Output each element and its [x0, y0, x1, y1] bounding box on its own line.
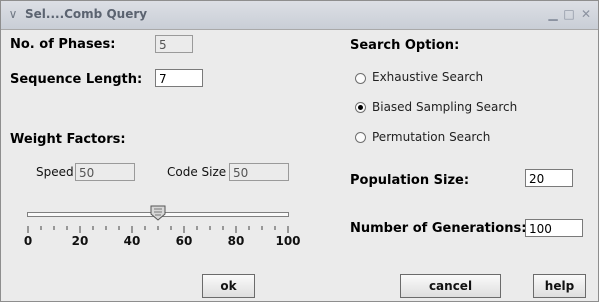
permutation-search-label: Permutation Search	[372, 130, 491, 144]
slider-tick-label: 40	[123, 234, 141, 248]
phases-label: No. of Phases:	[10, 37, 116, 52]
population-size-label: Population Size:	[350, 173, 470, 188]
biased-sampling-search-label: Biased Sampling Search	[372, 100, 518, 114]
close-icon[interactable]: ✕	[579, 7, 593, 21]
help-button[interactable]: help	[533, 274, 586, 298]
speed-label: Speed	[36, 165, 74, 179]
biased-sampling-search-radio[interactable]	[355, 102, 366, 113]
sequence-length-input[interactable]: 7	[155, 69, 203, 87]
phases-field: 5	[155, 35, 193, 53]
maximize-icon[interactable]: □	[562, 7, 576, 21]
slider-tick-label: 100	[275, 234, 301, 248]
weight-factors-label: Weight Factors:	[10, 132, 126, 147]
cancel-button[interactable]: cancel	[400, 274, 501, 298]
search-option-label: Search Option:	[350, 38, 460, 53]
population-size-input[interactable]: 20	[525, 169, 573, 187]
generations-label: Number of Generations:	[350, 221, 527, 236]
ok-button[interactable]: ok	[202, 274, 255, 298]
title-bar[interactable]: ∨ Sel....Comb Query ▁ □ ✕	[1, 1, 598, 30]
exhaustive-search-radio[interactable]	[355, 73, 366, 84]
slider-tick-label: 60	[175, 234, 193, 248]
slider-tick-label: 80	[227, 234, 245, 248]
weight-slider-thumb[interactable]	[150, 205, 166, 221]
code-size-label: Code Size	[167, 165, 227, 179]
slider-tick-label: 0	[23, 234, 33, 248]
speed-field: 50	[75, 163, 135, 181]
window-title: Sel....Comb Query	[25, 7, 148, 21]
query-dialog: ∨ Sel....Comb Query ▁ □ ✕ No. of Phases:…	[0, 0, 599, 302]
code-size-field: 50	[229, 163, 289, 181]
permutation-search-radio[interactable]	[355, 132, 366, 143]
minimize-icon[interactable]: ▁	[546, 7, 560, 21]
window-menu-icon[interactable]: ∨	[6, 7, 20, 21]
sequence-length-label: Sequence Length:	[10, 72, 143, 87]
generations-input[interactable]: 100	[525, 219, 583, 237]
exhaustive-search-label: Exhaustive Search	[372, 70, 484, 84]
slider-tick-label: 20	[71, 234, 89, 248]
